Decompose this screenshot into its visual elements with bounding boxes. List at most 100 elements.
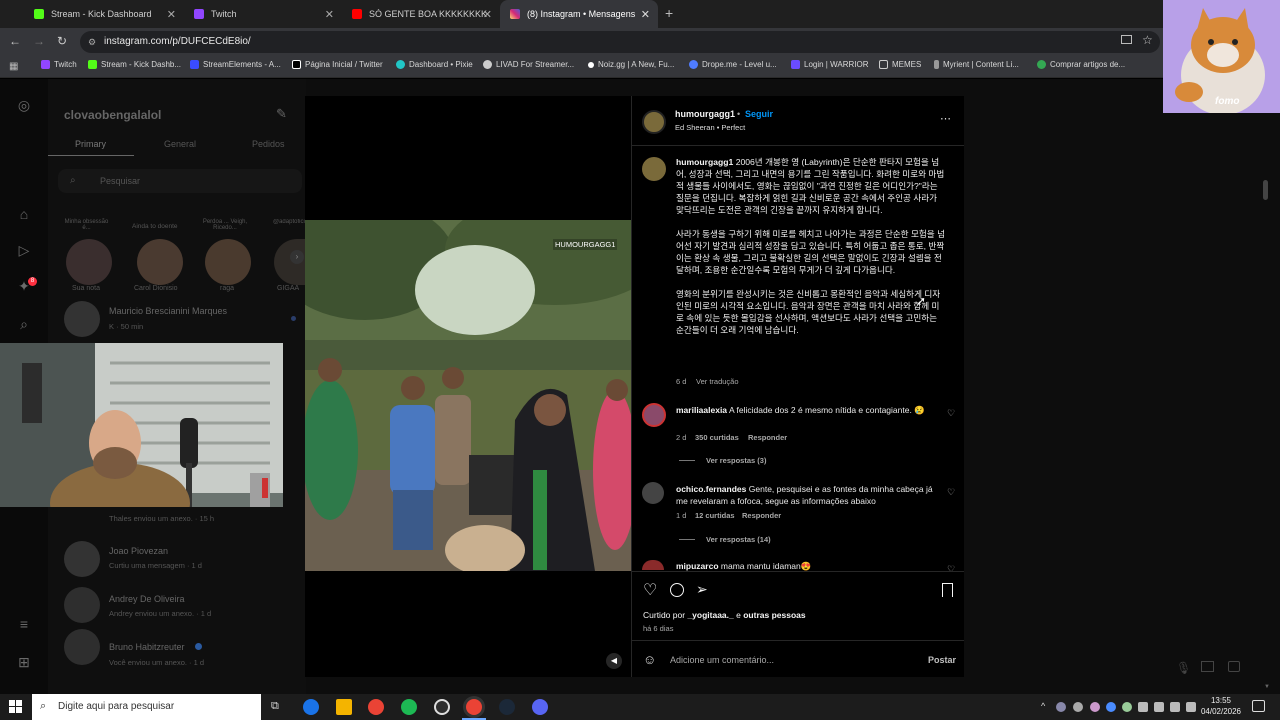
more-options-icon[interactable]: ⋯ <box>940 112 951 125</box>
instagram-logo-icon[interactable]: ◎ <box>16 97 32 113</box>
avatar[interactable] <box>64 629 100 665</box>
bookmark-item[interactable]: Stream - Kick Dashb... <box>88 60 181 69</box>
see-translation-link[interactable]: Ver tradução <box>696 377 739 386</box>
chevron-right-icon[interactable]: › <box>290 250 304 264</box>
chrome-active-icon[interactable] <box>466 699 482 715</box>
avatar[interactable] <box>642 482 664 504</box>
sticker-icon[interactable] <box>1228 661 1240 672</box>
avatar[interactable] <box>137 239 183 285</box>
audio-track[interactable]: Ed Sheeran • Perfect <box>675 123 745 132</box>
emoji-icon[interactable]: ☺ <box>643 652 656 667</box>
compose-icon[interactable]: ✎ <box>276 106 287 122</box>
close-icon[interactable]: ✕ <box>325 8 334 21</box>
follow-button[interactable]: Seguir <box>745 109 773 119</box>
author-username[interactable]: humourgagg1 <box>675 109 735 119</box>
menu-icon[interactable]: ≡ <box>16 616 32 632</box>
discord-icon[interactable] <box>532 699 548 715</box>
site-info-icon[interactable]: ⚙ <box>88 31 96 53</box>
bookmark-item[interactable]: Comprar artigos de... <box>1037 60 1125 69</box>
share-icon[interactable]: ➢ <box>696 581 708 598</box>
avatar[interactable] <box>64 301 100 337</box>
comment-icon[interactable] <box>670 583 684 597</box>
tab-instagram[interactable]: (8) Instagram • Mensagens ✕ <box>500 0 658 28</box>
bookmark-item[interactable]: StreamElements - A... <box>190 60 281 69</box>
author-avatar[interactable] <box>642 157 666 181</box>
view-replies-button[interactable]: Ver respostas (14) <box>706 535 771 544</box>
comment-likes[interactable]: 350 curtidas <box>695 433 739 442</box>
tray-app-icon[interactable] <box>1154 702 1164 712</box>
address-bar[interactable]: ⚙ instagram.com/p/DUFCECdE8io/ <box>80 31 1160 53</box>
bookmark-item[interactable]: Dashboard • Pixie <box>396 60 473 69</box>
like-icon[interactable]: ♡ <box>643 580 657 600</box>
back-icon[interactable]: ← <box>9 34 21 48</box>
comment-input[interactable]: Adicione um comentário... <box>670 655 774 665</box>
clock-time[interactable]: 13:55 <box>1202 696 1240 705</box>
home-icon[interactable]: ⌂ <box>16 206 32 222</box>
tray-app-icon[interactable] <box>1056 702 1066 712</box>
bookmark-item[interactable]: Myrient | Content Li... <box>934 60 1019 69</box>
tray-app-icon[interactable] <box>1122 702 1132 712</box>
tab-general[interactable]: General <box>164 139 196 149</box>
comment-likes[interactable]: 12 curtidas <box>695 511 735 520</box>
cast-icon[interactable] <box>1121 35 1132 44</box>
bookmark-item[interactable]: Noiz.gg | A New, Fu... <box>588 60 674 69</box>
file-explorer-icon[interactable] <box>336 699 352 715</box>
avatar[interactable] <box>66 239 112 285</box>
network-icon[interactable] <box>1138 702 1148 712</box>
avatar[interactable] <box>642 403 666 427</box>
threads-icon[interactable]: ⊞ <box>16 654 32 670</box>
mic-icon[interactable]: 🎙 <box>1176 661 1191 675</box>
liked-by-others[interactable]: outras pessoas <box>743 610 805 620</box>
conversation-name[interactable]: Bruno Habitzreuter <box>109 642 185 652</box>
post-comment-button[interactable]: Postar <box>928 655 956 665</box>
bookmark-item[interactable]: MEMES <box>879 60 921 69</box>
clock-date[interactable]: 04/02/2026 <box>1200 707 1242 716</box>
scroll-down-icon[interactable]: ▼ <box>1264 684 1270 690</box>
liked-by-user[interactable]: _yogitaaa._ <box>687 610 733 620</box>
bluetooth-icon[interactable] <box>1106 702 1116 712</box>
close-icon[interactable]: ✕ <box>641 8 650 21</box>
language-icon[interactable] <box>1186 702 1196 712</box>
reels-icon[interactable]: ▷ <box>16 242 32 258</box>
avatar[interactable] <box>64 587 100 623</box>
comment-username[interactable]: ochico.fernandes <box>676 484 746 494</box>
comment-username[interactable]: mipuzarco <box>676 561 719 571</box>
forward-icon[interactable]: → <box>33 34 45 48</box>
bookmark-item[interactable]: Página Inicial / Twitter <box>292 60 383 69</box>
tab-pedidos[interactable]: Pedidos <box>252 139 285 149</box>
mute-icon[interactable]: ◀ <box>606 653 622 669</box>
conversation-name[interactable]: Andrey De Oliveira <box>109 594 185 604</box>
caption-username[interactable]: humourgagg1 <box>676 157 733 167</box>
copilot-icon[interactable] <box>303 699 319 715</box>
windows-start-icon[interactable] <box>9 700 22 713</box>
avatar[interactable] <box>642 560 664 570</box>
avatar[interactable] <box>64 541 100 577</box>
tray-app-icon[interactable] <box>1090 702 1100 712</box>
notifications-icon[interactable] <box>1252 700 1265 712</box>
close-icon[interactable]: ✕ <box>167 8 176 21</box>
avatar[interactable] <box>205 239 251 285</box>
reload-icon[interactable]: ↻ <box>57 34 67 48</box>
taskbar-search-input[interactable]: Digite aqui para pesquisar <box>32 694 261 720</box>
tab-primary[interactable]: Primary <box>75 139 106 149</box>
conversation-name[interactable]: Mauricio Brescianini Marques <box>109 306 227 316</box>
conversation-name[interactable]: Joao Piovezan <box>109 546 168 556</box>
bookmark-item[interactable]: Drope.me - Level u... <box>689 60 777 69</box>
image-icon[interactable] <box>1201 661 1214 672</box>
search-icon[interactable]: ⌕ <box>16 316 32 332</box>
steam-icon[interactable] <box>499 699 515 715</box>
tab-twitch[interactable]: Twitch ✕ <box>184 0 342 28</box>
bookmark-item[interactable]: LIVAD For Streamer... <box>483 60 574 69</box>
bookmark-item[interactable]: Twitch <box>41 60 77 69</box>
dm-username[interactable]: clovaobengalalol <box>64 108 161 122</box>
apps-grid-icon[interactable]: ▦ <box>9 61 18 72</box>
obs-icon[interactable] <box>434 699 450 715</box>
author-avatar[interactable] <box>642 110 666 134</box>
new-tab-icon[interactable]: + <box>665 5 673 21</box>
bookmark-star-icon[interactable]: ☆ <box>1142 33 1153 47</box>
spotify-icon[interactable] <box>401 699 417 715</box>
reply-button[interactable]: Responder <box>742 511 781 520</box>
chrome-icon[interactable] <box>368 699 384 715</box>
tray-app-icon[interactable] <box>1073 702 1083 712</box>
dm-search-input[interactable]: Pesquisar <box>58 169 302 193</box>
